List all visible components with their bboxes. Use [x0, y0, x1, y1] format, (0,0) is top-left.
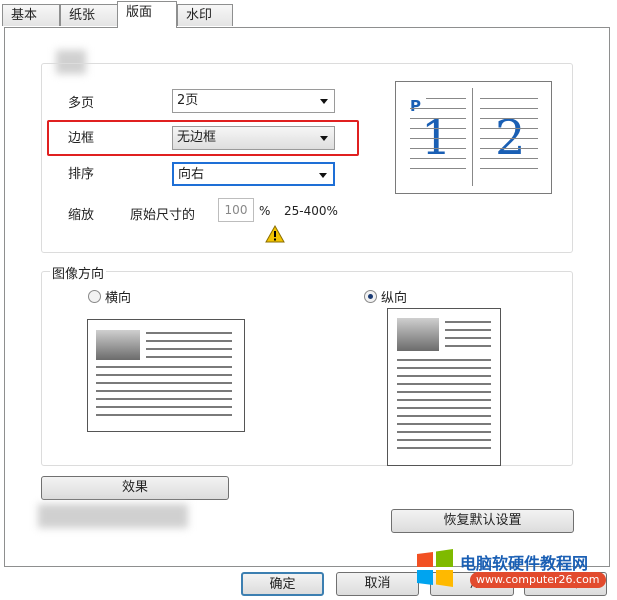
blurred-text	[38, 504, 188, 528]
watermark-windows-logo	[415, 548, 455, 588]
orientation-title: 图像方向	[50, 263, 107, 282]
scale-range: 25-400%	[284, 204, 338, 218]
tab-basic[interactable]: 基本	[2, 4, 60, 26]
pages-per-sheet-value: 2页	[177, 93, 199, 108]
portrait-radio[interactable]	[364, 290, 377, 303]
border-value: 无边框	[177, 130, 217, 145]
restore-defaults-button[interactable]: 恢复默认设置	[391, 509, 574, 533]
pages-per-sheet-label: 多页	[68, 96, 95, 111]
tab-paper[interactable]: 纸张	[60, 4, 118, 26]
watermark-title: 电脑软硬件教程网	[460, 554, 589, 573]
border-label: 边框	[68, 131, 95, 146]
landscape-label[interactable]: 横向	[105, 287, 131, 306]
landscape-preview	[87, 319, 245, 432]
portrait-preview	[387, 308, 501, 466]
landscape-radio[interactable]	[88, 290, 101, 303]
tab-watermark[interactable]: 水印	[177, 4, 233, 26]
order-select[interactable]: 向右	[172, 162, 335, 186]
pages-per-sheet-select[interactable]: 2页	[172, 89, 335, 113]
order-value: 向右	[178, 167, 205, 182]
ok-button[interactable]: 确定	[241, 572, 324, 596]
border-select[interactable]: 无边框	[172, 126, 335, 150]
scale-prefix: 原始尺寸的	[130, 208, 196, 223]
chevron-down-icon	[320, 99, 328, 104]
chevron-down-icon	[319, 173, 327, 178]
portrait-label[interactable]: 纵向	[381, 287, 407, 306]
order-label: 排序	[68, 167, 95, 182]
effects-button[interactable]: 效果	[41, 476, 229, 500]
preview-letter: P	[410, 97, 421, 115]
chevron-down-icon	[320, 136, 328, 141]
watermark-url: www.computer26.com	[470, 572, 606, 588]
scale-input[interactable]: 100	[218, 198, 254, 222]
scale-unit: %	[259, 204, 271, 218]
tab-layout[interactable]: 版面	[117, 1, 177, 28]
scale-label: 缩放	[68, 208, 95, 223]
portrait-image-thumbnail	[397, 318, 439, 351]
warning-icon	[265, 224, 285, 243]
cancel-button[interactable]: 取消	[336, 572, 419, 596]
landscape-image-thumbnail	[96, 330, 140, 360]
